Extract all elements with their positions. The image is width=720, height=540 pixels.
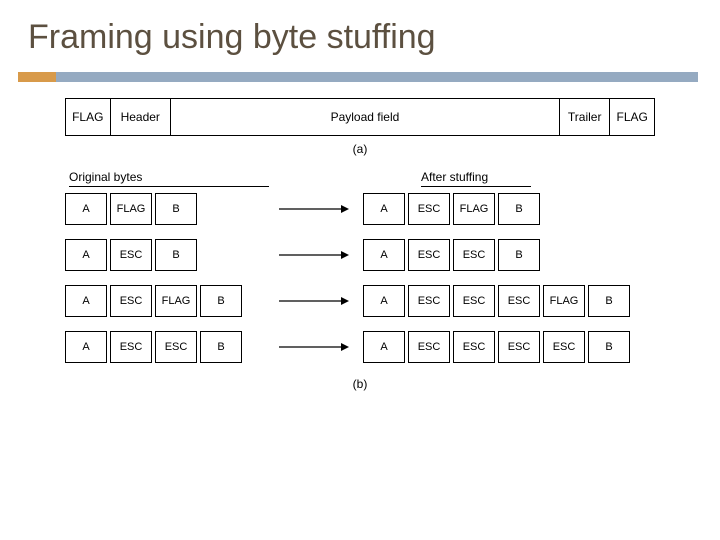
byte-box: ESC [155,331,197,363]
stuffed-bytes: AESCESCESCESCB [363,331,633,363]
byte-box: A [363,239,405,271]
arrow-icon [265,203,363,215]
frame-cell: Trailer [560,99,610,135]
original-bytes: AFLAGB [65,193,265,225]
stuffing-row: AFLAGBAESCFLAGB [65,193,655,225]
byte-box: ESC [110,331,152,363]
frame-cell: Payload field [171,99,560,135]
byte-box: A [65,193,107,225]
stuffing-row: AESCBAESCESCB [65,239,655,271]
stuffed-bytes: AESCESCESCFLAGB [363,285,633,317]
byte-box: ESC [498,331,540,363]
caption-a: (a) [65,142,655,156]
byte-box: ESC [498,285,540,317]
original-bytes: AESCB [65,239,265,271]
byte-box: B [200,331,242,363]
byte-box: ESC [453,285,495,317]
header-after: After stuffing [421,170,531,187]
byte-box: ESC [453,239,495,271]
byte-box: ESC [453,331,495,363]
stuffed-bytes: AESCFLAGB [363,193,543,225]
byte-box: A [65,331,107,363]
byte-box: B [155,239,197,271]
column-headers: Original bytes After stuffing [65,170,655,187]
byte-box: ESC [110,239,152,271]
byte-box: A [65,285,107,317]
frame-cell: Header [111,99,171,135]
byte-box: ESC [110,285,152,317]
figure: FLAGHeaderPayload fieldTrailerFLAG (a) O… [65,98,655,405]
original-bytes: AESCFLAGB [65,285,265,317]
byte-box: B [155,193,197,225]
caption-b: (b) [65,377,655,391]
title-bar-accent [18,72,56,82]
frame-cell: FLAG [610,99,654,135]
byte-box: A [65,239,107,271]
stuffing-row: AESCFLAGBAESCESCESCFLAGB [65,285,655,317]
byte-box: ESC [408,239,450,271]
byte-box: ESC [408,285,450,317]
byte-box: A [363,193,405,225]
byte-box: ESC [408,193,450,225]
byte-box: ESC [543,331,585,363]
page-title: Framing using byte stuffing [0,0,720,65]
byte-box: B [200,285,242,317]
byte-box: FLAG [155,285,197,317]
byte-box: B [588,331,630,363]
frame-layout: FLAGHeaderPayload fieldTrailerFLAG [65,98,655,136]
slide: Framing using byte stuffing FLAGHeaderPa… [0,0,720,540]
byte-box: FLAG [110,193,152,225]
byte-box: ESC [408,331,450,363]
arrow-icon [265,341,363,353]
byte-box: B [498,239,540,271]
byte-box: A [363,285,405,317]
byte-box: B [498,193,540,225]
arrow-icon [265,249,363,261]
original-bytes: AESCESCB [65,331,265,363]
title-bar [18,72,698,82]
frame-cell: FLAG [66,99,111,135]
byte-box: A [363,331,405,363]
stuffing-row: AESCESCBAESCESCESCESCB [65,331,655,363]
stuffed-bytes: AESCESCB [363,239,543,271]
header-original: Original bytes [69,170,269,187]
byte-box: FLAG [543,285,585,317]
stuffing-rows: AFLAGBAESCFLAGBAESCBAESCESCBAESCFLAGBAES… [65,193,655,363]
arrow-icon [265,295,363,307]
byte-box: B [588,285,630,317]
byte-box: FLAG [453,193,495,225]
